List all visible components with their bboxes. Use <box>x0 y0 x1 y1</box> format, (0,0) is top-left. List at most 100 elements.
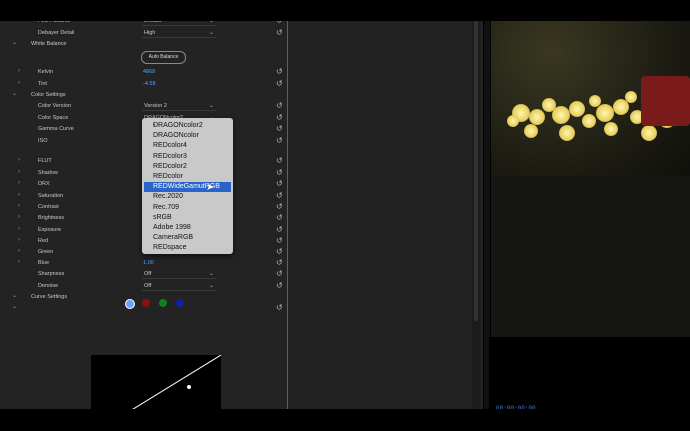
select-value: Off <box>144 283 152 289</box>
twirl-toggle-icon[interactable]: › <box>18 248 20 254</box>
color-space-option[interactable]: REDcolor2 <box>144 162 231 172</box>
bokeh-light <box>507 115 519 127</box>
reset-icon[interactable]: ↺ <box>276 28 283 37</box>
reset-icon[interactable]: ↺ <box>276 156 283 165</box>
twirl-toggle-icon[interactable]: › <box>18 214 20 220</box>
color-space-option[interactable]: Adobe 1998 <box>144 223 231 233</box>
color-space-option[interactable]: • DRAGONcolor2 <box>144 121 231 131</box>
option-label: Rec.709 <box>153 203 180 211</box>
reset-icon[interactable]: ↺ <box>276 124 283 133</box>
twirl-toggle-icon[interactable]: › <box>18 237 20 243</box>
twirl-toggle-icon[interactable]: › <box>18 169 20 175</box>
color-space-option[interactable]: sRGB <box>144 213 231 223</box>
reset-icon[interactable]: ↺ <box>276 168 283 177</box>
row-denoise: Denoise Off ⌄ ↺ <box>0 280 287 291</box>
sharpness-select[interactable]: Off ⌄ <box>142 269 216 279</box>
twirl-toggle-icon[interactable]: › <box>18 80 20 86</box>
blue-value[interactable]: 1.00 <box>143 260 154 266</box>
bokeh-light <box>596 104 614 122</box>
twirl-toggle-icon[interactable]: › <box>18 157 20 163</box>
option-label: DRAGONcolor <box>153 132 199 140</box>
color-version-select[interactable]: Version 2 ⌄ <box>142 101 216 111</box>
curve-graph[interactable] <box>91 354 222 409</box>
twirl-toggle-icon[interactable]: ⌄ <box>12 40 17 46</box>
reset-icon[interactable]: ↺ <box>276 269 283 278</box>
vertical-scrollbar[interactable] <box>472 21 480 409</box>
chevron-down-icon: ⌄ <box>208 21 214 24</box>
row-label: Blue <box>38 260 50 266</box>
select-value: Off <box>144 271 152 277</box>
color-space-option[interactable]: REDWideGamutRGB <box>144 182 231 193</box>
color-space-option[interactable]: REDcolor <box>144 172 231 182</box>
color-space-option[interactable]: DRAGONcolor <box>144 131 231 141</box>
curve-channel-red[interactable] <box>142 299 150 307</box>
reset-icon[interactable]: ↺ <box>276 113 283 122</box>
denoise-select[interactable]: Off ⌄ <box>142 281 216 291</box>
color-space-dropdown[interactable]: • DRAGONcolor2 DRAGONcolor REDcolor4 REDcolo… <box>142 118 233 254</box>
reset-icon[interactable]: ↺ <box>276 136 283 145</box>
color-space-option[interactable]: Rec.2020 <box>144 192 231 202</box>
chevron-down-icon: ⌄ <box>208 271 214 277</box>
color-space-option[interactable]: REDspace <box>144 243 231 253</box>
auto-balance-button[interactable]: Auto Balance <box>141 51 186 64</box>
twirl-toggle-icon[interactable]: › <box>18 68 20 74</box>
reset-icon[interactable]: ↺ <box>276 79 283 88</box>
row-label: Exposure <box>38 227 62 233</box>
bokeh-light <box>589 95 601 107</box>
twirl-toggle-icon[interactable]: › <box>18 192 20 198</box>
reset-icon[interactable]: ↺ <box>276 247 283 256</box>
chevron-down-icon: ⌄ <box>208 103 214 109</box>
color-space-option[interactable]: REDcolor3 <box>144 152 231 162</box>
row-flash: FLUT Source Default ⌄ ↺ <box>0 21 287 26</box>
twirl-toggle-icon[interactable]: › <box>18 203 20 209</box>
reset-icon[interactable]: ↺ <box>276 21 283 25</box>
kelvin-value[interactable]: 4868 <box>143 69 155 75</box>
scrollbar-thumb[interactable] <box>474 21 478 321</box>
monitor-footer <box>489 337 690 409</box>
row-label: Saturation <box>38 193 64 199</box>
row-sharpness: Sharpness Off ⌄ ↺ <box>0 268 287 279</box>
tint-value[interactable]: -4.58 <box>143 81 156 87</box>
curve-channel-luma[interactable] <box>125 299 135 309</box>
row-white-balance: ⌄ White Balance <box>0 38 287 49</box>
reset-icon[interactable]: ↺ <box>276 281 283 290</box>
row-label: FLUT <box>38 158 52 164</box>
row-label: Color Space <box>38 115 69 121</box>
program-monitor-viewer[interactable] <box>491 21 690 337</box>
reset-icon[interactable]: ↺ <box>276 225 283 234</box>
twirl-toggle-icon[interactable]: ⌄ <box>12 91 17 97</box>
reset-icon[interactable]: ↺ <box>276 236 283 245</box>
bokeh-light <box>559 125 575 141</box>
reset-icon[interactable]: ↺ <box>276 179 283 188</box>
bokeh-light <box>641 125 657 141</box>
twirl-toggle-icon[interactable]: › <box>18 226 20 232</box>
reset-icon[interactable]: ↺ <box>276 202 283 211</box>
row-label: ISO <box>38 138 48 144</box>
reset-icon[interactable]: ↺ <box>276 303 283 312</box>
reset-icon[interactable]: ↺ <box>276 191 283 200</box>
debayer-select[interactable]: High ⌄ <box>142 28 216 38</box>
twirl-toggle-icon[interactable]: › <box>18 259 20 265</box>
row-label: Gamma Curve <box>38 126 74 132</box>
twirl-toggle-icon[interactable]: ⌄ <box>12 293 17 299</box>
flash-select[interactable]: Default ⌄ <box>142 21 216 26</box>
twirl-toggle-icon[interactable]: › <box>18 180 20 186</box>
reset-icon[interactable]: ↺ <box>276 258 283 267</box>
curve-point[interactable] <box>187 385 191 389</box>
row-color-version: Color Version Version 2 ⌄ ↺ <box>0 100 287 111</box>
reset-icon[interactable]: ↺ <box>276 67 283 76</box>
reset-icon[interactable]: ↺ <box>276 101 283 110</box>
color-space-option[interactable]: Rec.709 <box>144 203 231 213</box>
color-space-option[interactable]: REDcolor4 <box>144 141 231 151</box>
option-label: REDspace <box>153 244 187 252</box>
row-label: Sharpness <box>38 271 65 277</box>
option-label: DRAGONcolor2 <box>153 122 203 129</box>
color-space-option[interactable]: CameraRGB <box>144 233 231 243</box>
row-tint: › Tint -4.58 ↺ <box>0 78 287 89</box>
reset-icon[interactable]: ↺ <box>276 213 283 222</box>
row-label: Kelvin <box>38 69 53 75</box>
twirl-toggle-icon[interactable]: ⌄ <box>12 304 17 310</box>
curve-channel-green[interactable] <box>159 299 167 307</box>
option-label: Adobe 1998 <box>153 224 191 231</box>
curve-channel-blue[interactable] <box>176 299 184 307</box>
